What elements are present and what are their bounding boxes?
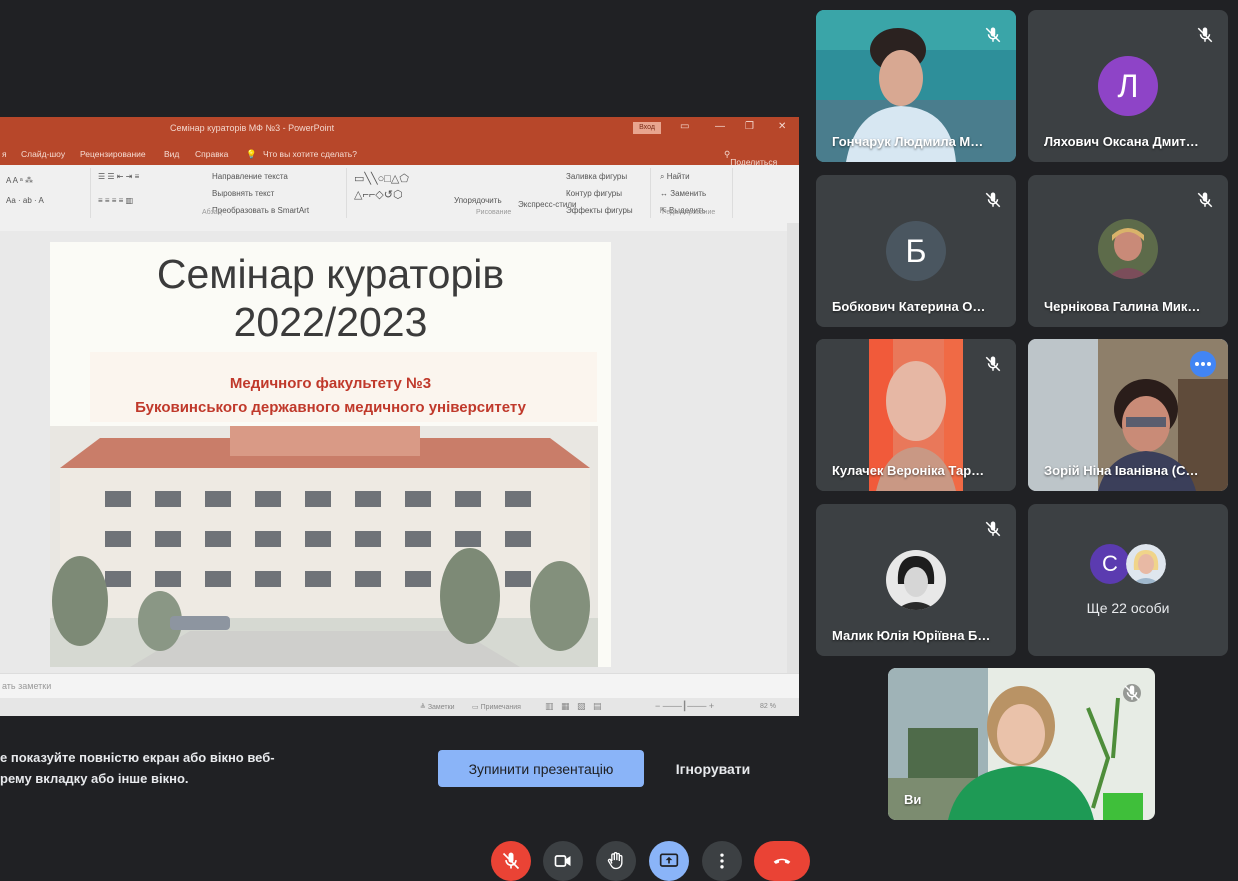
view-buttons[interactable]: ▥ ▦ ▧ ▤ [545,701,602,712]
avatar [1126,544,1166,584]
maximize-icon[interactable]: ❐ [745,121,754,132]
more-participants-label: Ще 22 особи [1086,600,1170,616]
leave-call-button[interactable] [754,841,810,881]
smartart-item[interactable]: Преобразовать в SmartArt [212,206,309,215]
participant-name: Малик Юлія Юріївна Б… [832,628,991,643]
more-options-button[interactable] [702,841,742,881]
zoom-level: 82 % [760,703,776,710]
menu-item[interactable]: я [2,149,7,159]
lightbulb-icon: 💡 [246,149,257,159]
camera-icon [554,855,571,867]
ribbon-display-icon[interactable]: ▭ [680,121,689,132]
menu-item-help[interactable]: Справка [195,149,228,159]
more-participants-tile[interactable]: С Ще 22 особи [1028,504,1228,656]
participant-name: Кулачек Вероніка Тар… [832,463,985,478]
mic-toggle-button[interactable] [491,841,531,881]
self-name: Ви [904,792,922,807]
present-screen-icon [659,853,679,867]
leave-call-icon [773,858,791,864]
warning-line1: е показуйте повністю екран або вікно веб… [0,750,275,765]
notes-pane[interactable]: ать заметки [0,673,799,699]
participant-tile[interactable]: Малик Юлія Юріївна Б… [816,504,1016,656]
warning-line2: рему вкладку або інше вікно. [0,771,189,786]
vertical-scrollbar[interactable] [787,223,799,673]
status-bar: ≜ Заметки ▭ Примечания ▥ ▦ ▧ ▤ − ───┃───… [0,698,799,716]
avatar: С [1090,544,1130,584]
ribbon-group-font: A A ᵃ ⁂ Aa · ab · A [0,168,91,218]
close-icon[interactable]: ✕ [778,121,786,132]
menu-item-view[interactable]: Вид [164,149,179,159]
ribbon-group-label: Абзац [202,209,222,216]
align-text-item[interactable]: Выровнять текст [212,189,274,198]
slide-subtitle-line2: Буковинського державного медичного уніве… [135,399,526,416]
powerpoint-menu: я Слайд-шоу Рецензирование Вид Справка 💡… [0,141,799,167]
window-title: Семінар кураторів МФ №3 - PowerPoint [170,123,335,133]
avatar [886,550,946,610]
shared-screen: Семінар кураторів МФ №3 - PowerPoint Вхо… [0,117,799,716]
avatar [1098,219,1158,279]
shape-fill-item[interactable]: Заливка фигуры [566,172,627,181]
mic-off-icon [985,27,1001,43]
zoom-slider[interactable]: − ───┃─── + [655,701,714,712]
participant-tile[interactable]: Л Ляхович Оксана Дмит… [1028,10,1228,162]
ignore-button[interactable]: Ігнорувати [659,750,767,787]
ribbon-group-paragraph: ☰ ☰ ⇤ ⇥ ≡ Направление текста Выровнять т… [92,168,347,218]
slide: Семінар кураторів 2022/2023 Медичного фа… [50,242,611,667]
university-building-image [50,426,598,667]
mic-off-icon [1197,192,1213,208]
find-item[interactable]: ⌕ Найти [660,172,690,182]
slide-title-line1: Семінар кураторів [156,251,505,297]
presentation-warning: е показуйте повністю екран або вікно веб… [0,747,320,789]
more-options-icon [720,853,724,869]
ribbon-group-label: Редактирование [662,209,716,216]
notes-toggle[interactable]: ≜ Заметки [420,703,455,711]
present-screen-button[interactable] [649,841,689,881]
notes-placeholder: ать заметки [2,681,52,691]
slide-subtitle-line1: Медичного факультету №3 [229,375,432,392]
share-button[interactable]: ⚲ Поделиться [724,149,777,167]
participant-name: Бобкович Катерина О… [832,299,986,314]
stop-presentation-button[interactable]: Зупинити презентацію [438,750,644,787]
text-direction-item[interactable]: Направление текста [212,172,288,181]
menu-item-slideshow[interactable]: Слайд-шоу [21,149,65,159]
mic-off-icon [985,521,1001,537]
powerpoint-titlebar: Семінар кураторів МФ №3 - PowerPoint Вхо… [0,117,799,141]
shape-effects-item[interactable]: Эффекты фигуры [566,206,633,215]
shape-outline-item[interactable]: Контур фигуры [566,189,622,198]
mic-off-icon [502,852,520,870]
participant-name: Чернікова Галина Мик… [1044,299,1201,314]
menu-item-review[interactable]: Рецензирование [80,149,146,159]
ribbon-group-editing: ⌕ Найти ↔ Заменить ⇱ Выделить Редактиров… [654,168,733,218]
comments-toggle[interactable]: ▭ Примечания [472,703,521,711]
arrange-item[interactable]: Упорядочить [454,196,502,205]
mic-off-icon [1123,684,1141,702]
mic-off-icon [985,192,1001,208]
participant-name: Ляхович Оксана Дмит… [1044,134,1199,149]
avatar: Л [1098,56,1158,116]
participant-tile-active[interactable]: Зорій Ніна Іванівна (С… [1028,339,1228,491]
participant-tile[interactable]: Кулачек Вероніка Тар… [816,339,1016,491]
self-tile[interactable]: Ви [888,668,1155,820]
participant-name: Гончарук Людмила М… [832,134,984,149]
slide-title-line2: 2022/2023 [233,299,428,345]
tell-me-input[interactable]: Что вы хотите сделать? [263,149,357,159]
participant-tile[interactable]: Б Бобкович Катерина О… [816,175,1016,327]
avatar: Б [886,221,946,281]
more-options-icon[interactable] [1190,351,1216,377]
raise-hand-button[interactable] [596,841,636,881]
mic-off-icon [1197,27,1213,43]
raise-hand-icon [607,852,623,870]
mic-off-icon [985,356,1001,372]
minimize-icon[interactable]: — [715,121,725,132]
participant-tile[interactable]: Гончарук Людмила М… [816,10,1016,162]
self-video [888,668,1155,820]
participant-name: Зорій Ніна Іванівна (С… [1044,463,1199,478]
camera-toggle-button[interactable] [543,841,583,881]
signin-button[interactable]: Вход [633,122,661,134]
participant-tile[interactable]: Чернікова Галина Мик… [1028,175,1228,327]
powerpoint-ribbon: A A ᵃ ⁂ Aa · ab · A ☰ ☰ ⇤ ⇥ ≡ Направлени… [0,165,799,232]
ribbon-group-drawing: ▭╲╲○□△⬠ △⌐⌐◇↺⬡ Упорядочить Экспресс-стил… [350,168,651,218]
replace-item[interactable]: ↔ Заменить [660,189,706,198]
ribbon-group-label: Рисование [476,209,512,216]
